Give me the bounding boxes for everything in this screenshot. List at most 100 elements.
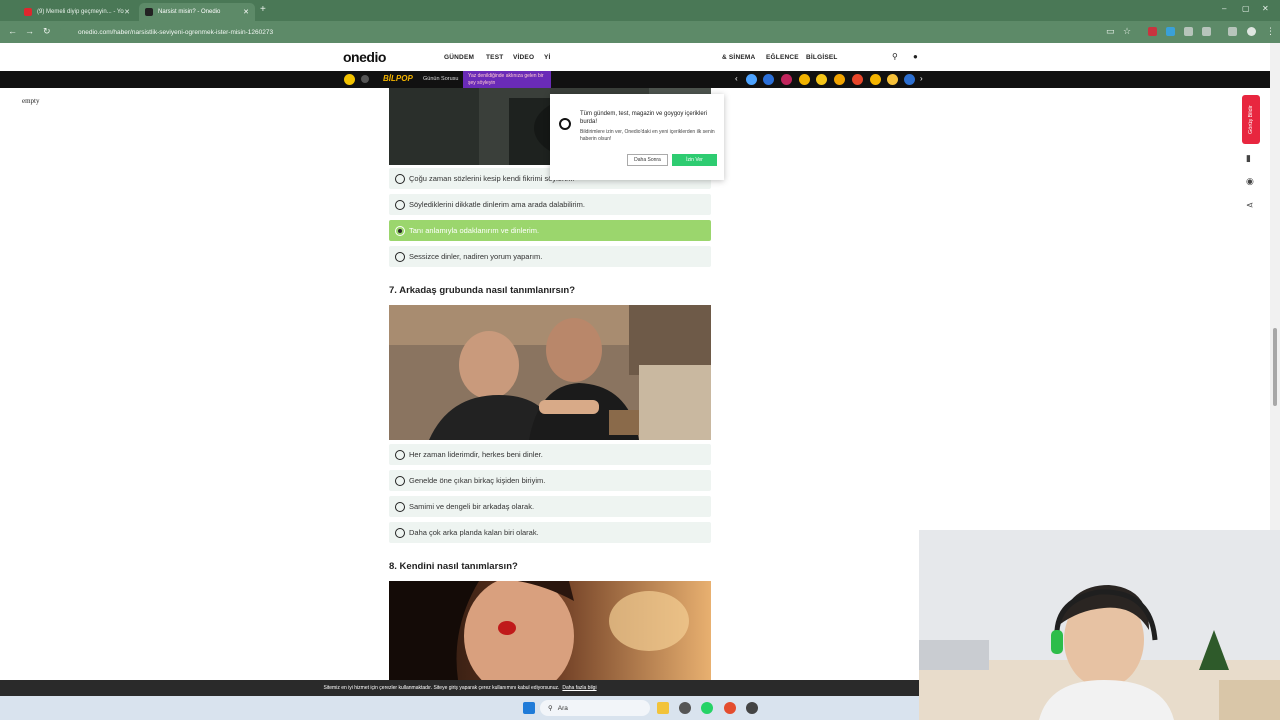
cast-icon[interactable]: ▭ (1106, 26, 1115, 37)
chevron-left-icon[interactable]: ‹ (735, 74, 738, 83)
browser-tab-onedio[interactable]: Narsist misin? - Onedio ✕ (139, 3, 255, 21)
reload-icon[interactable]: ↻ (43, 26, 51, 37)
notification-permission-popup: Tüm gündem, test, magazin ve goygoy içer… (550, 94, 724, 180)
minimize-icon[interactable]: – (1222, 4, 1226, 13)
radio-button[interactable] (395, 527, 405, 538)
chevron-right-icon[interactable]: › (920, 74, 923, 83)
close-tab-icon[interactable]: ✕ (124, 8, 130, 16)
cookie-notice-bar: Sitemiz en iyi hizmet için çerezler kull… (0, 680, 920, 696)
nav-eglence[interactable]: EĞLENCE (766, 54, 799, 61)
answer-option-selected[interactable]: Tanı anlamıyla odaklanırım ve dinlerim. (389, 220, 711, 241)
sub-navigation-bar: BİLPOP Günün Sorusu Yaz denildiğinde akl… (0, 71, 1270, 88)
nav-gundem[interactable]: GÜNDEM (444, 54, 474, 61)
answer-text: Tanı anlamıyla odaklanırım ve dinlerim. (409, 226, 540, 235)
reading-list-icon[interactable] (1228, 27, 1237, 36)
answer-text: Sessizce dinler, nadiren yorum yaparım. (409, 252, 543, 261)
later-button[interactable]: Daha Sonra (627, 154, 668, 166)
category-icon[interactable] (834, 74, 845, 85)
onedio-favicon-icon (145, 8, 153, 16)
comments-icon[interactable]: ◉ (1246, 176, 1254, 187)
category-icon[interactable] (746, 74, 757, 85)
answer-option[interactable]: Genelde öne çıkan birkaç kişiden biriyim… (389, 470, 711, 491)
cookie-more-info-link[interactable]: Daha fazla bilgi (562, 685, 596, 691)
answer-text: Samimi ve dengeli bir arkadaş olarak. (409, 502, 535, 511)
nav-bilgisel[interactable]: BİLGİSEL (806, 54, 838, 61)
nav-video[interactable]: VİDEO (513, 54, 534, 61)
taskbar-search[interactable]: ⚲ Ara (540, 700, 650, 716)
url-text: onedio.com/haber/narsistlik-seviyeni-ogr… (78, 28, 274, 36)
tab-title: Narsist misin? - Onedio (158, 9, 221, 15)
notification-title: Tüm gündem, test, magazin ve goygoy içer… (580, 111, 708, 125)
question-8-title: 8. Kendini nasıl tanımlarsın? (389, 561, 518, 572)
extension-icon[interactable] (1184, 27, 1193, 36)
user-icon[interactable]: ● (913, 52, 918, 61)
forward-icon[interactable]: → (25, 26, 34, 36)
file-explorer-icon[interactable] (657, 702, 669, 714)
answer-text: Her zaman liderimdir, herkes beni dinler… (409, 450, 543, 459)
search-icon[interactable]: ⚲ (892, 52, 898, 61)
youtube-favicon-icon (24, 8, 32, 16)
answer-option[interactable]: Söylediklerini dikkatle dinlerim ama ara… (389, 194, 711, 215)
scrollbar-thumb[interactable] (1273, 328, 1277, 406)
notification-body: Bildirimlere izin ver, Onedio'daki en ye… (580, 129, 715, 142)
category-icon[interactable] (887, 74, 898, 85)
feedback-tab[interactable]: Görüş Bildir (1242, 95, 1260, 144)
bookmark-icon[interactable]: ▮ (1246, 153, 1251, 164)
share-icon[interactable]: ⋖ (1246, 200, 1254, 211)
category-icon[interactable] (799, 74, 810, 85)
answer-option[interactable]: Sessizce dinler, nadiren yorum yaparım. (389, 246, 711, 267)
profile-avatar-icon[interactable] (1247, 27, 1256, 36)
nav-sinema[interactable]: & SİNEMA (722, 54, 755, 61)
allow-button[interactable]: İzin Ver (672, 154, 717, 166)
bookmark-star-icon[interactable]: ☆ (1123, 26, 1131, 37)
emoji-icon[interactable] (344, 74, 355, 85)
whatsapp-icon[interactable] (701, 702, 713, 714)
answer-option[interactable]: Daha çok arka planda kalan biri olarak. (389, 522, 711, 543)
question-7-image (389, 305, 711, 440)
radio-button[interactable] (395, 501, 405, 512)
category-icon[interactable] (816, 74, 827, 85)
category-icon[interactable] (904, 74, 915, 85)
radio-button-checked[interactable] (395, 225, 405, 236)
nav-partial[interactable]: Yİ (544, 54, 551, 61)
radio-button[interactable] (395, 251, 405, 262)
category-icon[interactable] (852, 74, 863, 85)
question-8-image (389, 581, 711, 680)
browser-tab-youtube[interactable]: (9) Memeli diyip geçmeyin... - Yo ✕ (18, 3, 136, 21)
app-icon[interactable] (746, 702, 758, 714)
category-icon[interactable] (870, 74, 881, 85)
bilpop-logo[interactable]: BİLPOP (383, 74, 413, 83)
radio-button[interactable] (395, 173, 405, 184)
radio-button[interactable] (395, 449, 405, 460)
url-field[interactable]: onedio.com/haber/narsistlik-seviyeni-ogr… (60, 24, 1100, 40)
extension-icon[interactable] (1148, 27, 1157, 36)
answer-option[interactable]: Samimi ve dengeli bir arkadaş olarak. (389, 496, 711, 517)
chrome-icon[interactable] (724, 702, 736, 714)
category-icon[interactable] (763, 74, 774, 85)
answer-option[interactable]: Her zaman liderimdir, herkes beni dinler… (389, 444, 711, 465)
nav-test[interactable]: TEST (486, 54, 503, 61)
answer-text: Daha çok arka planda kalan biri olarak. (409, 528, 539, 537)
new-tab-icon[interactable]: + (260, 4, 266, 15)
search-placeholder: Ara (557, 704, 568, 712)
radio-button[interactable] (395, 475, 405, 486)
extensions-puzzle-icon[interactable] (1202, 27, 1211, 36)
close-tab-icon[interactable]: ✕ (243, 8, 249, 16)
maximize-icon[interactable]: ▢ (1242, 4, 1250, 13)
onedio-notification-logo-icon (559, 118, 571, 130)
category-icon[interactable] (781, 74, 792, 85)
windows-start-icon[interactable] (523, 702, 535, 714)
menu-kebab-icon[interactable]: ⋮ (1266, 26, 1275, 37)
search-icon: ⚲ (548, 705, 553, 712)
gunun-sorusu-label[interactable]: Günün Sorusu (423, 76, 458, 82)
close-window-icon[interactable]: ✕ (1262, 4, 1269, 13)
promo-banner[interactable]: Yaz denildiğinde aklınıza gelen bir şey … (463, 71, 551, 88)
onedio-logo[interactable]: onedio (343, 49, 386, 65)
site-header: onedio GÜNDEM TEST VİDEO Yİ & SİNEMA EĞL… (0, 43, 1270, 71)
chat-icon[interactable] (361, 75, 369, 83)
webcam-overlay (919, 530, 1280, 720)
radio-button[interactable] (395, 199, 405, 210)
extension-icon[interactable] (1166, 27, 1175, 36)
settings-gear-icon[interactable] (679, 702, 691, 714)
back-icon[interactable]: ← (8, 26, 17, 36)
